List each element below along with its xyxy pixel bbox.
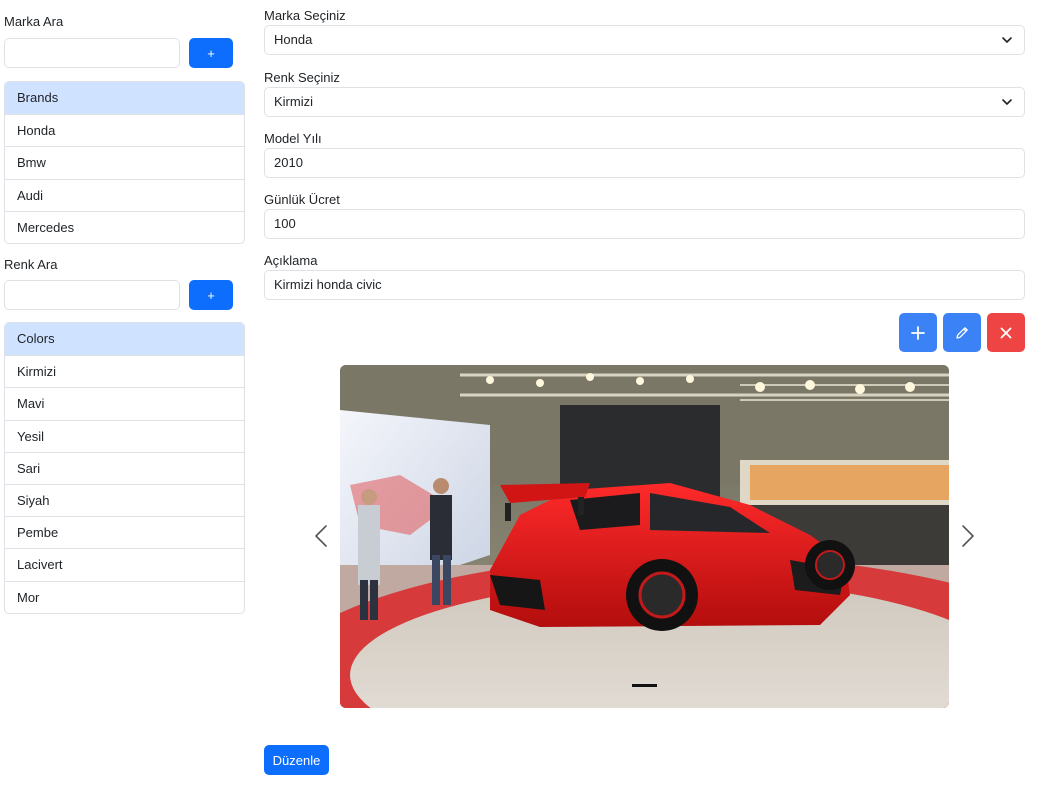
plus-icon (911, 325, 925, 340)
color-search-input[interactable] (4, 280, 180, 310)
add-car-button[interactable] (899, 313, 937, 352)
list-item[interactable]: Honda (5, 114, 244, 146)
chevron-left-icon[interactable] (314, 524, 328, 548)
brand-list: Brands Honda Bmw Audi Mercedes (4, 81, 245, 244)
color-select[interactable]: Kirmizi (264, 87, 1025, 117)
list-item[interactable]: Siyah (5, 483, 244, 516)
brand-search-label: Marka Ara (4, 14, 64, 29)
color-select-label: Renk Seçiniz (264, 70, 340, 85)
description-input[interactable]: Kirmizi honda civic (264, 270, 1025, 300)
brand-select-label: Marka Seçiniz (264, 8, 346, 23)
color-select-value: Kirmizi (274, 94, 313, 109)
daily-price-input[interactable]: 100 (264, 209, 1025, 239)
list-item[interactable]: Mor (5, 580, 244, 613)
brand-list-header: Brands (5, 82, 244, 115)
color-list: Colors Kirmizi Mavi Yesil Sari Siyah Pem… (4, 322, 245, 614)
add-brand-button[interactable]: + (189, 38, 233, 68)
car-photo (340, 365, 949, 708)
daily-price-label: Günlük Ücret (264, 192, 340, 207)
list-item[interactable]: Mavi (5, 387, 244, 419)
model-year-label: Model Yılı (264, 131, 322, 146)
add-color-button[interactable]: + (189, 280, 233, 310)
list-item[interactable]: Yesil (5, 419, 244, 452)
list-item[interactable]: Mercedes (5, 210, 244, 243)
list-item[interactable]: Pembe (5, 516, 244, 548)
chevron-down-icon (1002, 37, 1012, 43)
delete-car-button[interactable] (987, 313, 1025, 352)
list-item[interactable]: Audi (5, 178, 244, 211)
chevron-right-icon[interactable] (961, 524, 975, 548)
list-item[interactable]: Bmw (5, 146, 244, 178)
list-item[interactable]: Kirmizi (5, 355, 244, 387)
car-image-carousel[interactable] (340, 365, 949, 708)
edit-car-button[interactable] (943, 313, 981, 352)
brand-search-input[interactable] (4, 38, 180, 68)
close-icon (1000, 327, 1012, 338)
chevron-down-icon (1002, 99, 1012, 105)
list-item[interactable]: Sari (5, 451, 244, 484)
description-label: Açıklama (264, 253, 318, 268)
list-item[interactable]: Lacivert (5, 548, 244, 580)
model-year-input[interactable]: 2010 (264, 148, 1025, 178)
color-list-header: Colors (5, 323, 244, 356)
edit-submit-button[interactable]: Düzenle (264, 745, 329, 775)
pencil-icon (956, 326, 968, 339)
brand-select-value: Honda (274, 32, 313, 47)
carousel-indicator-active[interactable] (632, 684, 657, 687)
brand-select[interactable]: Honda (264, 25, 1025, 55)
color-search-label: Renk Ara (4, 257, 58, 272)
